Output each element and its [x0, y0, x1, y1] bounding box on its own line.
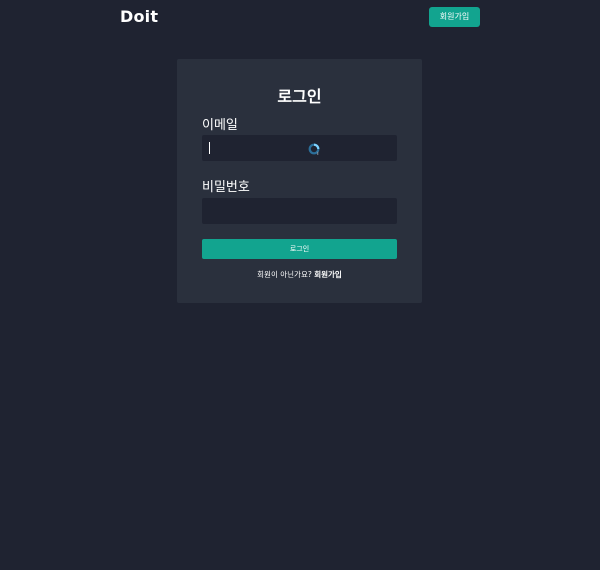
password-label: 비밀번호 [202, 180, 250, 195]
email-field[interactable] [202, 135, 397, 161]
top-header: Doit 회원가입 [0, 0, 600, 34]
email-label: 이메일 [202, 118, 238, 133]
signup-prompt-text: 회원이 아닌가요? [257, 270, 312, 279]
loading-spinner-icon [308, 141, 321, 155]
signup-prompt: 회원이 아닌가요? 회원가입 [177, 269, 422, 280]
login-card: 로그인 이메일 비밀번호 로그인 회원이 아닌가요? 회원가입 [177, 59, 422, 303]
text-caret [209, 142, 210, 154]
login-page: Doit 회원가입 로그인 이메일 비밀번호 로그인 회원이 아닌가요? 회원가… [0, 0, 600, 570]
signup-link[interactable]: 회원가입 [314, 270, 342, 279]
login-title: 로그인 [277, 87, 322, 106]
login-button[interactable]: 로그인 [202, 239, 397, 259]
header-signup-button[interactable]: 회원가입 [429, 7, 480, 27]
app-logo[interactable]: Doit [120, 7, 158, 26]
password-field[interactable] [202, 198, 397, 224]
